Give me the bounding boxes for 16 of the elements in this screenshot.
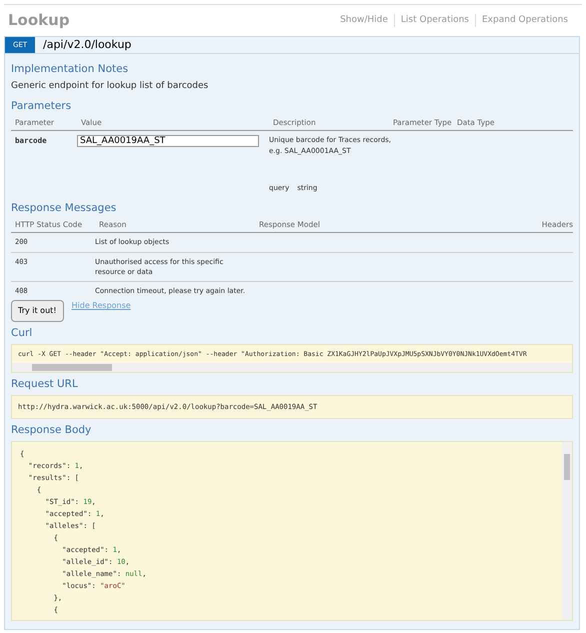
horizontal-scrollbar[interactable] — [12, 363, 572, 372]
section-heading: Parameters — [11, 99, 72, 114]
section-heading: Curl — [11, 326, 34, 342]
header-link[interactable]: Expand Operations — [475, 14, 574, 27]
section-heading: Response Messages — [11, 201, 118, 216]
section-heading: Response Body — [11, 423, 92, 438]
hide-response-link[interactable]: Hide Response — [72, 300, 131, 312]
section-heading: Implementation Notes — [11, 62, 130, 77]
section-title: Lookup — [7, 10, 70, 31]
header-link[interactable]: List Operations — [394, 14, 475, 27]
header-link[interactable]: Show/Hide — [334, 14, 394, 27]
section-heading: Request URL — [11, 377, 79, 392]
vertical-scrollbar[interactable] — [562, 442, 572, 620]
try-it-out-button[interactable]: Try it out! — [11, 300, 64, 322]
endpoint-path: /api/v2.0/lookup — [42, 36, 132, 52]
notes-text: Generic endpoint for lookup list of barcodes — [11, 80, 210, 93]
